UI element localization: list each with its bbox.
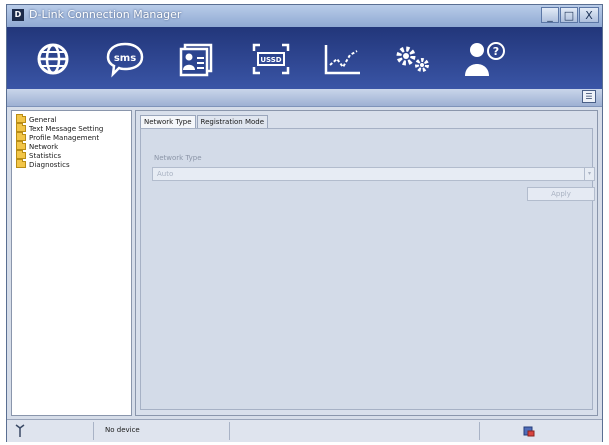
- ussd-icon: USSD: [252, 43, 290, 75]
- tab-strip: Network Type Registration Mode: [140, 115, 269, 129]
- settings-content: Network Type Registration Mode Network T…: [135, 110, 598, 416]
- title-bar[interactable]: D D-Link Connection Manager _ □ X: [7, 5, 602, 28]
- chevron-down-icon: ▾: [584, 168, 594, 180]
- app-logo-icon: D: [12, 9, 24, 21]
- toolbar-internet-button[interactable]: [31, 37, 75, 81]
- antenna-icon: [15, 424, 25, 437]
- status-separator: [479, 422, 480, 440]
- sidebar-item-label: Text Message Setting: [29, 124, 104, 133]
- sidebar-item-label: Statistics: [29, 151, 61, 160]
- folder-icon: [16, 132, 26, 141]
- status-separator: [229, 422, 230, 440]
- sidebar-item-label: Diagnostics: [29, 160, 70, 169]
- svg-text:?: ?: [493, 45, 499, 58]
- network-type-label: Network Type: [154, 154, 202, 162]
- connection-status-icon[interactable]: [523, 425, 535, 437]
- network-type-select[interactable]: Auto ▾: [152, 167, 595, 181]
- network-type-value: Auto: [157, 170, 174, 178]
- toolbar-settings-button[interactable]: [391, 37, 435, 81]
- sms-bubble-icon: sms: [106, 42, 144, 78]
- sidebar-item-text-message-setting[interactable]: Text Message Setting: [16, 123, 131, 133]
- sidebar-item-label: Network: [29, 142, 59, 151]
- maximize-button[interactable]: □: [560, 7, 578, 23]
- device-status-text: No device: [105, 426, 140, 434]
- sidebar-item-label: Profile Management: [29, 133, 100, 142]
- sms-icon-text: sms: [114, 53, 136, 64]
- settings-sidebar: General Text Message Setting Profile Man…: [11, 110, 132, 416]
- contact-card-icon: [179, 43, 213, 77]
- folder-icon: [16, 141, 26, 150]
- folder-icon: [16, 159, 26, 168]
- sidebar-item-label: General: [29, 115, 57, 124]
- folder-icon: [16, 114, 26, 123]
- main-toolbar: sms USSD ?: [7, 27, 602, 89]
- line-chart-icon: [324, 45, 360, 75]
- ussd-icon-text: USSD: [260, 56, 281, 64]
- folder-icon: [16, 123, 26, 132]
- sidebar-item-general[interactable]: General: [16, 114, 131, 124]
- sidebar-item-profile-management[interactable]: Profile Management: [16, 132, 131, 142]
- folder-icon: [16, 150, 26, 159]
- toolbar-sms-button[interactable]: sms: [103, 37, 147, 81]
- minimize-button[interactable]: _: [541, 7, 559, 23]
- tab-network-type[interactable]: Network Type: [140, 115, 196, 129]
- gears-icon: [396, 46, 429, 72]
- sidebar-item-statistics[interactable]: Statistics: [16, 150, 131, 160]
- secondary-bar: ☰: [7, 89, 602, 107]
- status-bar: No device: [7, 419, 602, 442]
- toolbar-profile-button[interactable]: [175, 37, 219, 81]
- sidebar-item-network[interactable]: Network: [16, 141, 131, 151]
- window-title: D-Link Connection Manager: [29, 8, 182, 21]
- user-help-icon: ?: [465, 42, 505, 76]
- toolbar-help-button[interactable]: ?: [463, 37, 507, 81]
- app-window: D D-Link Connection Manager _ □ X sms US…: [6, 4, 603, 442]
- close-button[interactable]: X: [579, 7, 599, 23]
- globe-icon: [37, 43, 69, 75]
- tab-registration-mode[interactable]: Registration Mode: [196, 115, 269, 128]
- status-separator: [93, 422, 94, 440]
- toolbar-ussd-button[interactable]: USSD: [249, 37, 293, 81]
- apply-button[interactable]: Apply: [527, 187, 595, 201]
- sidebar-item-diagnostics[interactable]: Diagnostics: [16, 159, 131, 169]
- tab-panel: Network Type Auto ▾ Apply: [140, 128, 595, 410]
- config-icon[interactable]: ☰: [582, 90, 596, 103]
- toolbar-statistics-button[interactable]: [321, 37, 365, 81]
